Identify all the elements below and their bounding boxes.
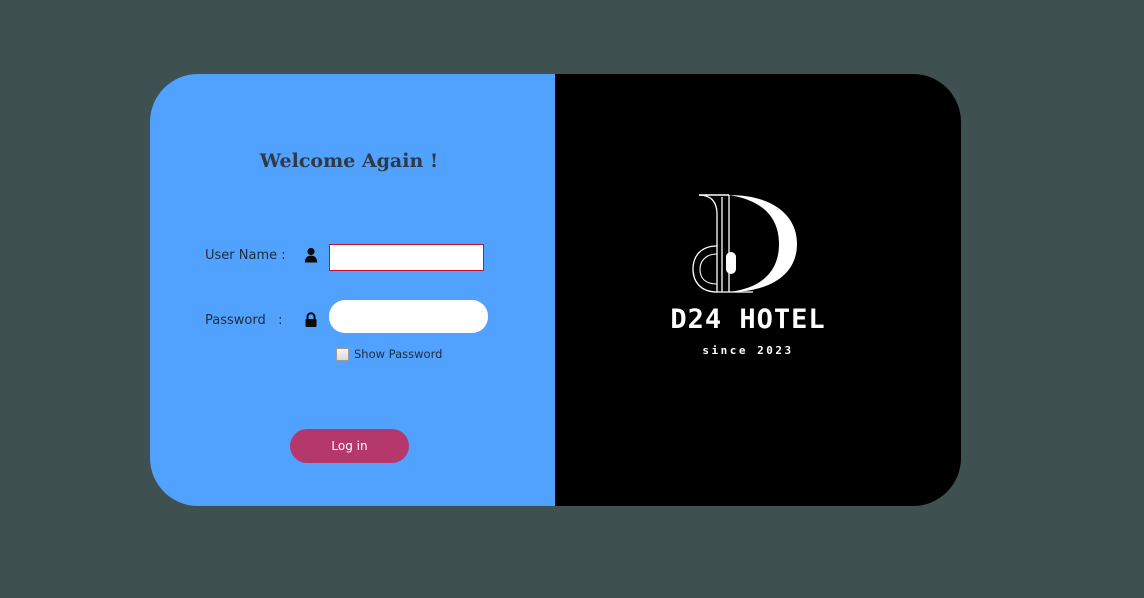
username-input[interactable]: [329, 244, 484, 271]
hotel-logo-icon: [691, 192, 803, 298]
login-form-panel: Welcome Again ! User Name : Password : S…: [150, 74, 555, 506]
show-password-label: Show Password: [354, 347, 443, 361]
password-input[interactable]: [329, 300, 488, 333]
lock-icon: [304, 312, 318, 328]
user-icon: [304, 247, 318, 263]
welcome-heading: Welcome Again !: [259, 150, 439, 172]
show-password-toggle[interactable]: Show Password: [336, 347, 442, 361]
username-label: User Name :: [205, 248, 286, 263]
login-button[interactable]: Log in: [290, 429, 409, 463]
brand-panel: D24 HOTEL since 2023: [555, 74, 961, 506]
hotel-tagline: since 2023: [702, 344, 794, 357]
show-password-checkbox[interactable]: [336, 347, 349, 361]
hotel-name: D24 HOTEL: [670, 304, 826, 335]
password-label: Password :: [205, 313, 283, 328]
login-card: Welcome Again ! User Name : Password : S…: [150, 74, 961, 506]
